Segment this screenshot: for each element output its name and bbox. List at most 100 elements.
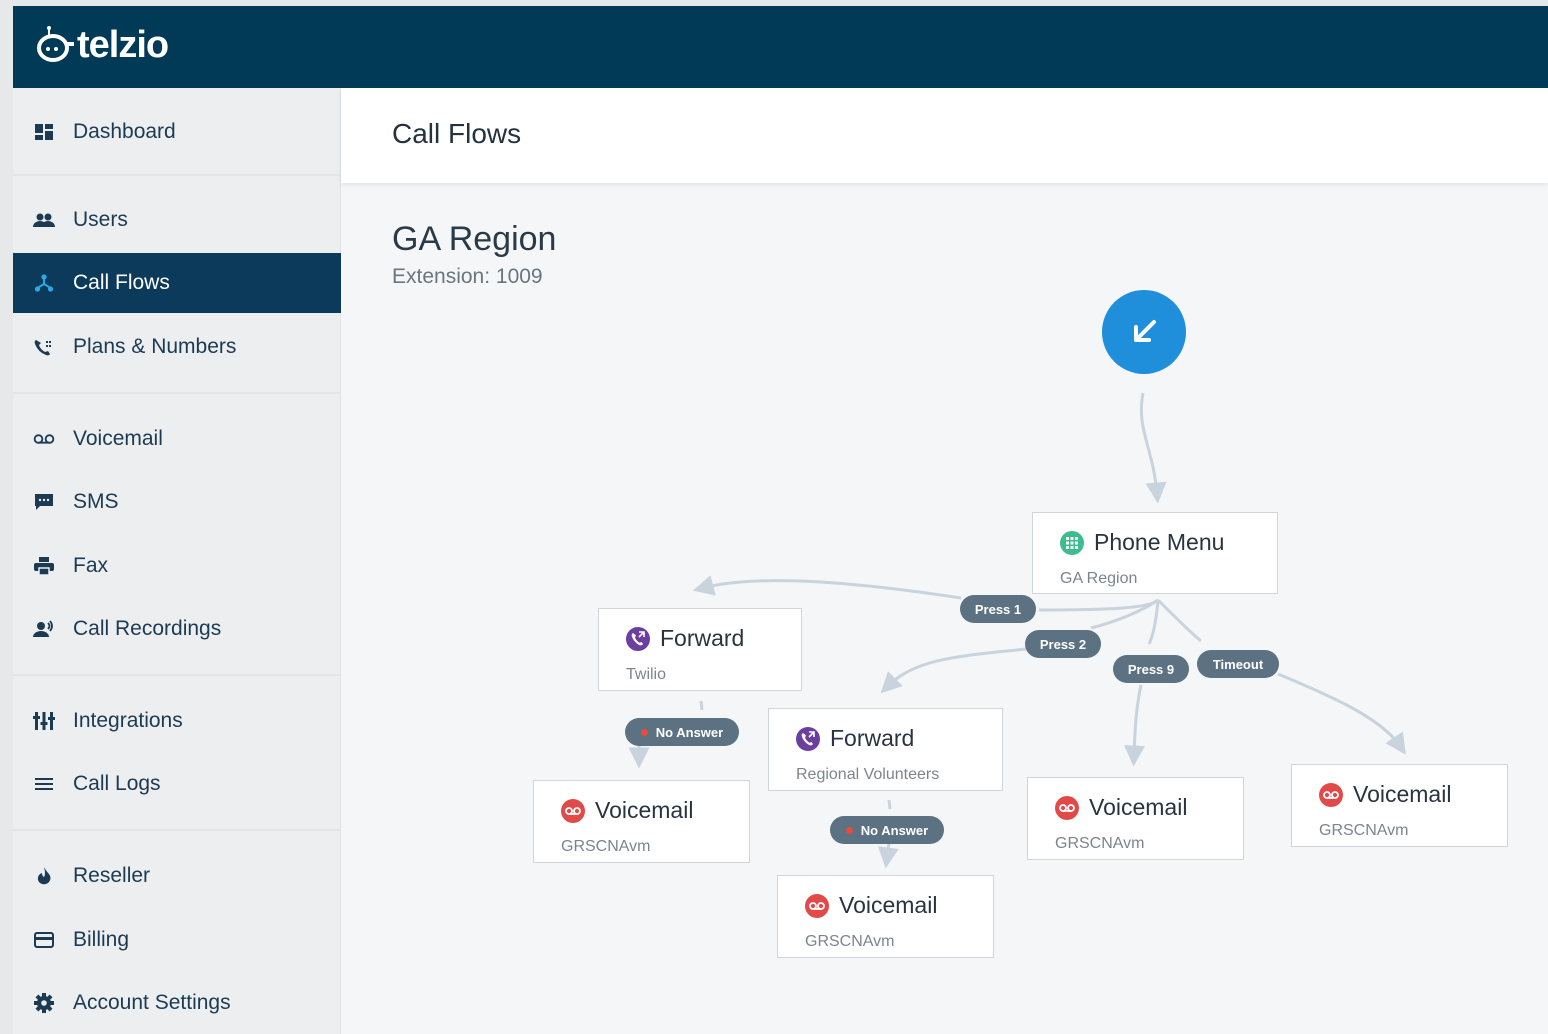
- sidebar-item-users[interactable]: Users: [13, 190, 341, 250]
- sidebar: Dashboard Users Call Flows Plans & Numbe…: [13, 88, 341, 1034]
- status-dot: [845, 826, 853, 834]
- reseller-icon: [33, 865, 55, 887]
- sidebar-item-fax[interactable]: Fax: [13, 536, 341, 596]
- voicemail-node-press9[interactable]: Voicemail GRSCNAvm: [1027, 777, 1244, 860]
- connector-menu-press9: [1147, 599, 1160, 645]
- forward-regional-node[interactable]: Forward Regional Volunteers: [768, 708, 1003, 791]
- voicemail-node-timeout[interactable]: Voicemail GRSCNAvm: [1291, 764, 1508, 847]
- voicemail-node-regional[interactable]: Voicemail GRSCNAvm: [777, 875, 994, 958]
- voicemail-icon: [33, 428, 55, 450]
- sidebar-item-account-settings[interactable]: Account Settings: [13, 973, 341, 1033]
- sidebar-item-label: Call Recordings: [73, 617, 222, 640]
- voicemail-icon: [804, 893, 830, 919]
- telzio-logo-icon: [36, 26, 74, 62]
- branch-no-answer-regional[interactable]: No Answer: [830, 816, 944, 844]
- brand-name: telzio: [77, 23, 169, 66]
- phone-numbers-icon: [33, 336, 55, 358]
- branch-press-1[interactable]: Press 1: [960, 595, 1036, 623]
- branch-press-2[interactable]: Press 2: [1025, 630, 1101, 658]
- phone-menu-node[interactable]: Phone Menu GA Region: [1032, 512, 1278, 594]
- sidebar-item-label: Reseller: [73, 864, 151, 887]
- dashboard-icon: [33, 121, 55, 143]
- forward-twilio-node[interactable]: Forward Twilio: [598, 608, 802, 691]
- sidebar-item-label: Integrations: [73, 709, 183, 732]
- sidebar-item-label: Call Flows: [73, 271, 170, 294]
- keypad-icon: [1059, 530, 1085, 556]
- node-title: Voicemail: [1353, 781, 1452, 807]
- branch-timeout[interactable]: Timeout: [1197, 650, 1279, 678]
- sidebar-item-call-logs[interactable]: Call Logs: [13, 754, 341, 814]
- call-recordings-icon: [33, 618, 55, 640]
- sidebar-item-dashboard[interactable]: Dashboard: [13, 102, 341, 162]
- node-subtitle: Twilio: [626, 666, 667, 683]
- connector-start-to-menu: [1139, 392, 1167, 504]
- forward-call-icon: [625, 626, 651, 652]
- connector-press2: [880, 647, 1027, 694]
- call-flows-icon: [33, 272, 55, 294]
- sidebar-item-integrations[interactable]: Integrations: [13, 691, 341, 751]
- branch-press-9[interactable]: Press 9: [1113, 655, 1189, 683]
- nav-divider: [13, 674, 341, 676]
- sms-icon: [33, 491, 55, 513]
- sidebar-item-label: Billing: [73, 928, 130, 951]
- sidebar-item-label: Call Logs: [73, 772, 161, 795]
- connector-forward1-noanswer: [699, 700, 704, 711]
- sidebar-item-voicemail[interactable]: Voicemail: [13, 409, 341, 469]
- sidebar-item-label: Plans & Numbers: [73, 335, 237, 358]
- connector-press9: [1124, 684, 1146, 767]
- node-title: Voicemail: [839, 892, 938, 918]
- branch-label: No Answer: [655, 724, 724, 740]
- branch-label: No Answer: [860, 822, 929, 838]
- sidebar-item-label: Account Settings: [73, 991, 231, 1014]
- main-content: Call Flows GA Region Extension: 1009 Pho…: [341, 88, 1548, 1034]
- connector-forward2-noanswer: [887, 799, 892, 810]
- connector-press1: [692, 575, 962, 600]
- node-subtitle: Regional Volunteers: [796, 766, 940, 783]
- connector-noanswer2: [877, 842, 899, 869]
- incoming-call-arrow-icon: [1134, 320, 1156, 342]
- sidebar-item-sms[interactable]: SMS: [13, 472, 341, 532]
- node-title: Forward: [660, 625, 745, 651]
- gear-icon: [33, 992, 55, 1014]
- integrations-icon: [33, 710, 55, 732]
- app-window: telzio Dashboard Users Call Flows Plans …: [13, 6, 1548, 1034]
- node-subtitle: GRSCNAvm: [1055, 835, 1145, 852]
- node-title: Voicemail: [1089, 794, 1188, 820]
- node-title: Voicemail: [595, 797, 694, 823]
- node-subtitle: GRSCNAvm: [561, 838, 651, 855]
- node-title: Phone Menu: [1094, 529, 1225, 555]
- node-title: Forward: [830, 725, 915, 751]
- sidebar-item-label: Fax: [73, 554, 109, 577]
- sidebar-item-call-flows[interactable]: Call Flows: [13, 253, 341, 313]
- node-subtitle: GA Region: [1060, 570, 1138, 587]
- incoming-call-start-node[interactable]: [1102, 290, 1186, 374]
- fax-icon: [33, 555, 55, 577]
- top-bar: telzio: [13, 6, 1548, 88]
- node-subtitle: GRSCNAvm: [805, 933, 895, 950]
- sidebar-item-label: Dashboard: [73, 120, 176, 143]
- voicemail-icon: [560, 798, 586, 824]
- voicemail-icon: [1054, 795, 1080, 821]
- call-logs-icon: [33, 773, 55, 795]
- node-subtitle: GRSCNAvm: [1319, 822, 1409, 839]
- users-icon: [33, 209, 55, 231]
- connector-menu-press1: [1038, 598, 1160, 612]
- sidebar-item-reseller[interactable]: Reseller: [13, 846, 341, 906]
- billing-icon: [33, 929, 55, 951]
- nav-divider: [13, 174, 341, 176]
- branch-no-answer-twilio[interactable]: No Answer: [625, 718, 739, 746]
- voicemail-icon: [1318, 782, 1344, 808]
- nav-divider: [13, 829, 341, 831]
- forward-call-icon: [795, 726, 821, 752]
- sidebar-item-plans-numbers[interactable]: Plans & Numbers: [13, 317, 341, 377]
- telzio-logo[interactable]: telzio: [33, 22, 169, 68]
- connector-menu-timeout: [1156, 598, 1202, 643]
- sidebar-item-call-recordings[interactable]: Call Recordings: [13, 599, 341, 659]
- connector-timeout: [1277, 672, 1406, 755]
- sidebar-item-billing[interactable]: Billing: [13, 910, 341, 970]
- sidebar-item-label: Users: [73, 208, 128, 231]
- sidebar-item-label: SMS: [73, 490, 119, 513]
- nav-divider: [13, 392, 341, 394]
- voicemail-node-twilio[interactable]: Voicemail GRSCNAvm: [533, 780, 750, 863]
- sidebar-item-label: Voicemail: [73, 427, 163, 450]
